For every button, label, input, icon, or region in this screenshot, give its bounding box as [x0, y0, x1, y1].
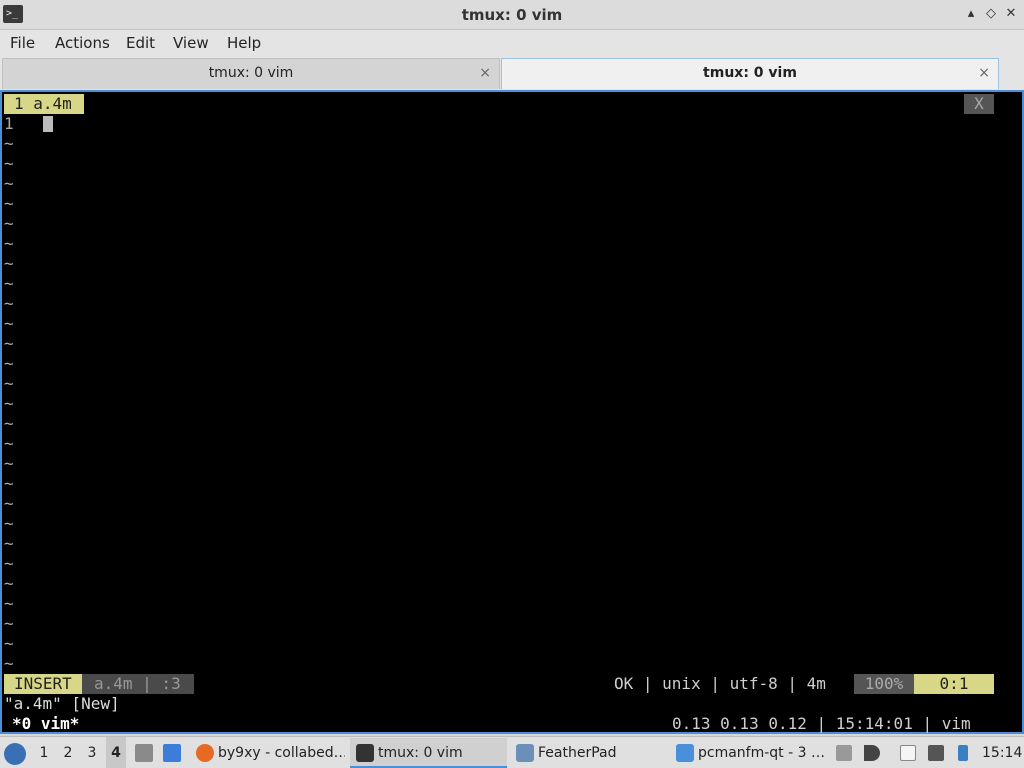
featherpad-icon: [516, 744, 534, 762]
workspace-4[interactable]: 4: [106, 737, 126, 768]
vim-mode-indicator: INSERT: [4, 674, 82, 694]
tray-device-icon[interactable]: [836, 745, 852, 761]
tilde-line: ~: [4, 334, 14, 353]
text-cursor: [43, 116, 53, 132]
tilde-line: ~: [4, 614, 14, 633]
firefox-icon: [196, 744, 214, 762]
tilde-line: ~: [4, 574, 14, 593]
tab-label: tmux: 0 vim: [208, 65, 294, 81]
menu-file[interactable]: File: [10, 34, 35, 52]
menu-edit[interactable]: Edit: [126, 34, 155, 52]
tab-close-icon[interactable]: ×: [978, 59, 990, 87]
close-window-button[interactable]: ✕: [1002, 5, 1020, 23]
vim-cursor-position: 0:1: [914, 674, 994, 694]
tilde-line: ~: [4, 654, 14, 673]
menu-actions[interactable]: Actions: [55, 34, 110, 52]
tilde-line: ~: [4, 434, 14, 453]
task-terminal[interactable]: tmux: 0 vim: [350, 738, 507, 768]
task-label: tmux: 0 vim: [378, 745, 463, 761]
clipboard-icon[interactable]: [900, 745, 916, 761]
tilde-line: ~: [4, 494, 14, 513]
workspace-3[interactable]: 3: [82, 737, 102, 768]
task-label: by9xy - collabed…: [218, 745, 345, 761]
network-icon[interactable]: [928, 745, 944, 761]
terminal-tabs: tmux: 0 vim × tmux: 0 vim ×: [0, 56, 1024, 90]
tilde-line: ~: [4, 154, 14, 173]
tilde-line: ~: [4, 274, 14, 293]
window-titlebar[interactable]: >_ tmux: 0 vim ▴ ◇ ✕: [0, 0, 1024, 30]
tilde-line: ~: [4, 214, 14, 233]
vim-file-status: OK | unix | utf-8 | 4m: [614, 674, 826, 693]
vim-percent: 100%: [854, 674, 914, 694]
task-label: pcmanfm-qt - 3 …: [698, 745, 825, 761]
terminal-area[interactable]: 1 a.4m X 1 ~ ~ ~ ~ ~ ~ ~ ~ ~ ~ ~ ~ ~ ~ ~ ~ ~ ~ ~ ~ ~ ~ ~ ~ ~ ~ ~ I…: [0, 90, 1024, 734]
minimize-button[interactable]: ▴: [962, 5, 980, 23]
tilde-line: ~: [4, 634, 14, 653]
workspace-1[interactable]: 1: [34, 737, 54, 768]
terminal-icon: [356, 744, 374, 762]
vim-tabline-close[interactable]: X: [964, 94, 994, 114]
tab-tmux-2[interactable]: tmux: 0 vim ×: [501, 58, 999, 89]
tilde-line: ~: [4, 134, 14, 153]
window-title: tmux: 0 vim: [461, 6, 563, 24]
tab-label: tmux: 0 vim: [703, 65, 797, 81]
start-menu-icon[interactable]: [4, 743, 26, 765]
tilde-line: ~: [4, 454, 14, 473]
tab-tmux-1[interactable]: tmux: 0 vim ×: [2, 58, 500, 89]
maximize-button[interactable]: ◇: [982, 5, 1000, 23]
folder-icon: [676, 744, 694, 762]
tilde-line: ~: [4, 294, 14, 313]
tilde-line: ~: [4, 374, 14, 393]
tilde-line: ~: [4, 514, 14, 533]
vim-message: "a.4m" [New]: [4, 694, 120, 713]
tmux-status-right: 0.13 0.13 0.12 | 15:14:01 | vim: [672, 714, 971, 733]
file-manager-launcher-icon[interactable]: [135, 744, 153, 762]
tilde-line: ~: [4, 534, 14, 553]
tilde-line: ~: [4, 394, 14, 413]
menu-bar: File Actions Edit View Help: [0, 30, 1024, 56]
tilde-line: ~: [4, 234, 14, 253]
tilde-line: ~: [4, 354, 14, 373]
vim-file-info: a.4m | :3: [82, 674, 194, 694]
tab-close-icon[interactable]: ×: [479, 59, 491, 87]
volume-icon[interactable]: [864, 745, 880, 761]
show-desktop-icon[interactable]: [163, 744, 181, 762]
tilde-line: ~: [4, 474, 14, 493]
tilde-line: ~: [4, 414, 14, 433]
tilde-line: ~: [4, 314, 14, 333]
tilde-line: ~: [4, 254, 14, 273]
clock[interactable]: 15:14: [982, 737, 1022, 768]
tilde-line: ~: [4, 174, 14, 193]
vim-tabline-tab[interactable]: 1 a.4m: [4, 94, 84, 114]
line-number: 1: [4, 114, 14, 133]
tilde-line: ~: [4, 554, 14, 573]
bluetooth-icon[interactable]: [958, 745, 968, 761]
menu-help[interactable]: Help: [227, 34, 261, 52]
tmux-window-label[interactable]: *0 vim*: [12, 714, 79, 734]
workspace-2[interactable]: 2: [58, 737, 78, 768]
taskbar: 1 2 3 4 by9xy - collabed… tmux: 0 vim Fe…: [0, 736, 1024, 768]
task-firefox[interactable]: by9xy - collabed…: [190, 738, 345, 768]
tilde-line: ~: [4, 594, 14, 613]
task-pcmanfm[interactable]: pcmanfm-qt - 3 …: [670, 738, 828, 768]
task-featherpad[interactable]: FeatherPad: [510, 738, 665, 768]
menu-view[interactable]: View: [173, 34, 209, 52]
tilde-line: ~: [4, 194, 14, 213]
task-label: FeatherPad: [538, 745, 617, 761]
